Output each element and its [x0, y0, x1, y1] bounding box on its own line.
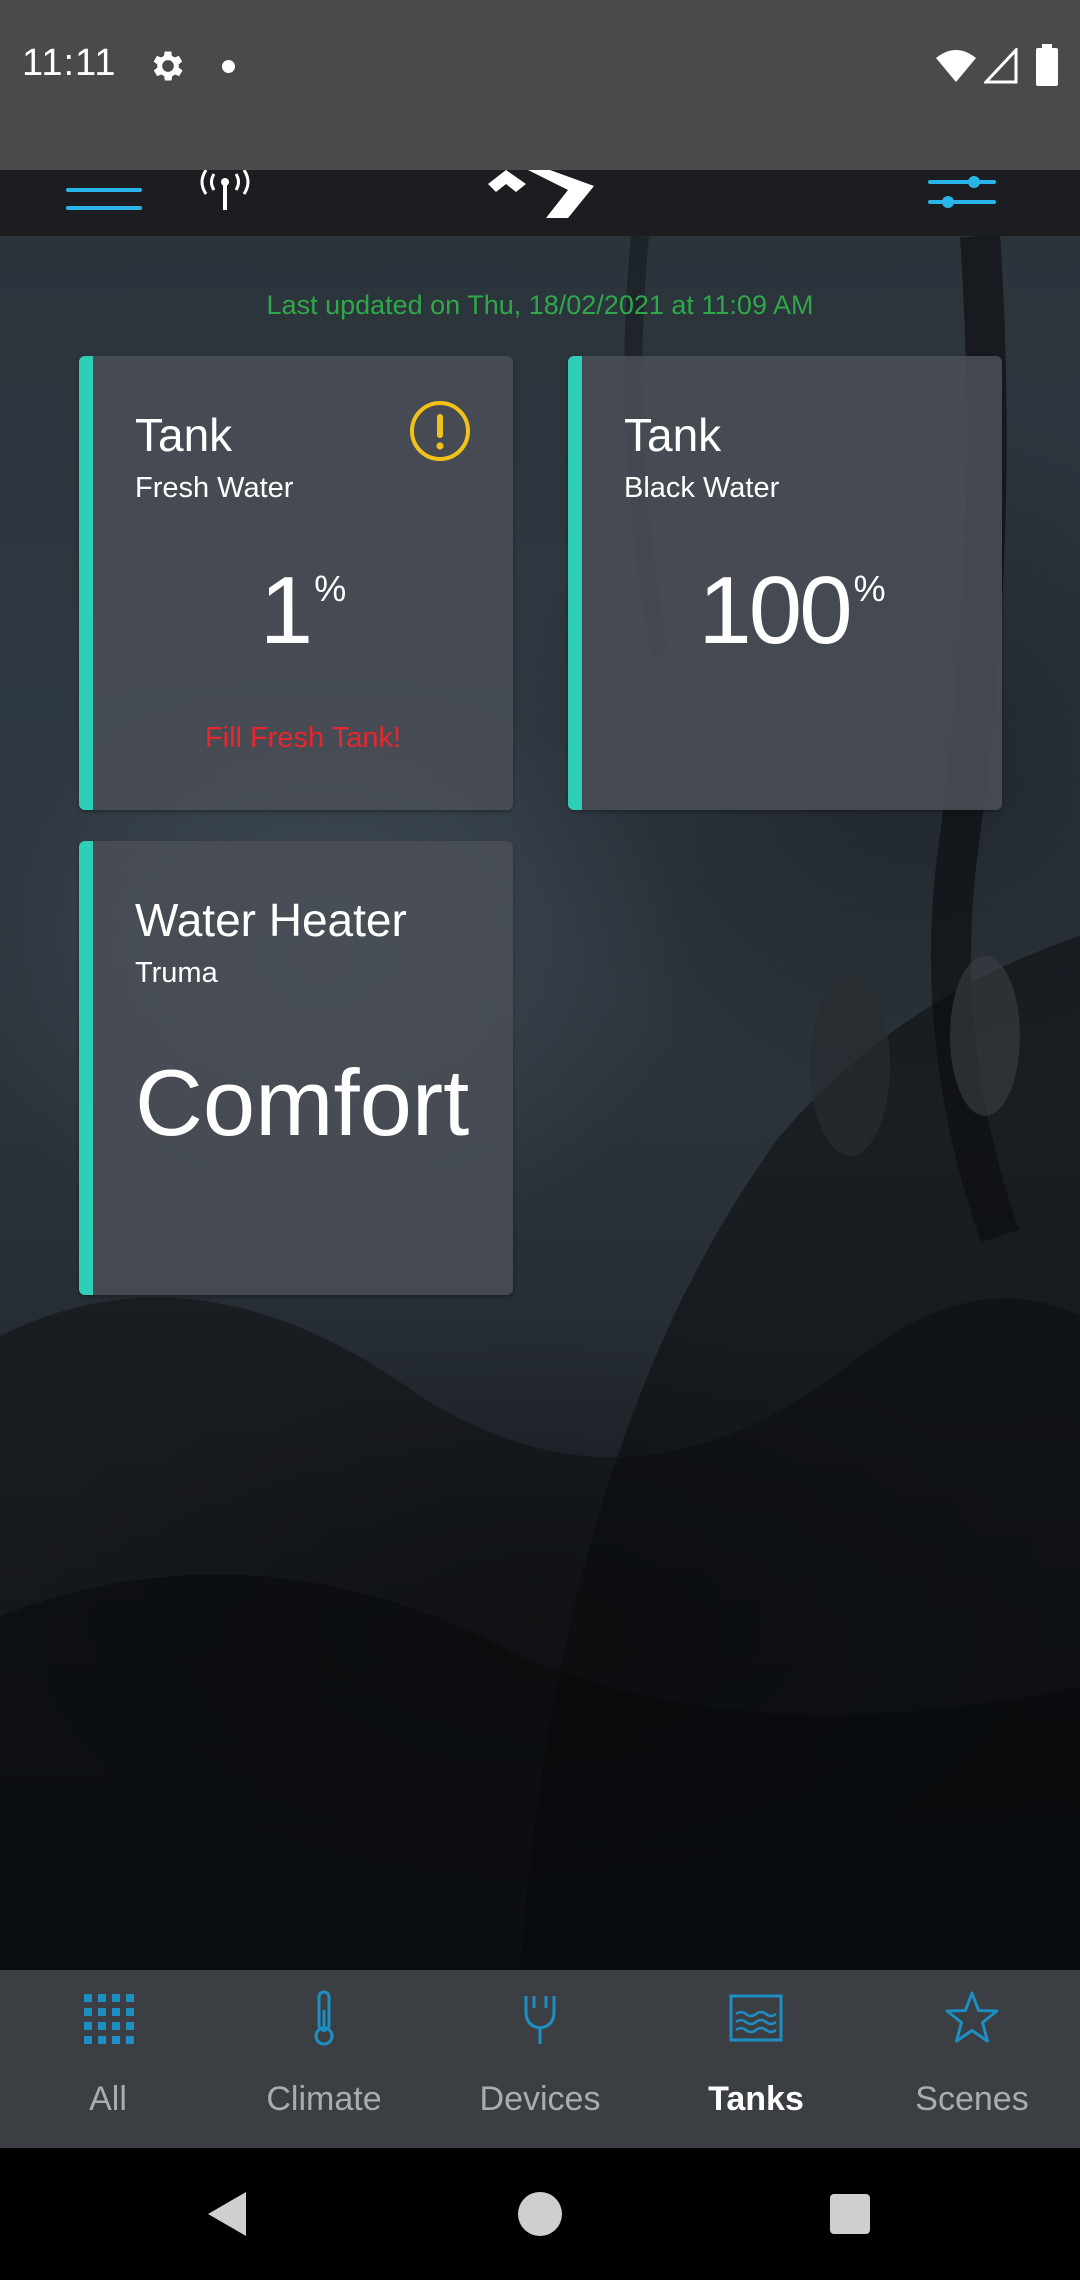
menu-icon[interactable]: [66, 180, 142, 220]
tank-icon: [729, 1994, 783, 2042]
nav-tab-scenes[interactable]: Scenes: [864, 1970, 1080, 2148]
tank-level-value: 1%: [93, 556, 513, 666]
grid-icon: [84, 1994, 134, 2044]
bottom-navigation: All Climate Devices Tanks Scenes: [0, 1970, 1080, 2148]
cell-signal-icon: [984, 48, 1018, 84]
antenna-icon[interactable]: [192, 170, 258, 212]
warning-icon: [410, 401, 470, 461]
fill-tank-alert: Fill Fresh Tank!: [204, 722, 402, 754]
battery-icon: [1036, 44, 1058, 86]
water-heater-card[interactable]: Water Heater Truma Comfort: [79, 841, 513, 1295]
card-title: Tank: [624, 409, 722, 461]
percent-unit: %: [853, 568, 886, 609]
card-title: Tank: [135, 409, 233, 461]
last-updated-text: Last updated on Thu, 18/02/2021 at 11:09…: [266, 290, 814, 320]
brand-logo-icon: [488, 170, 594, 218]
notification-dot-icon: [222, 60, 235, 73]
home-icon[interactable]: [518, 2192, 562, 2236]
nav-label: Devices: [479, 2080, 601, 2118]
nav-tab-tanks[interactable]: Tanks: [648, 1970, 864, 2148]
app-bar: [0, 170, 1080, 236]
card-subtitle: Black Water: [624, 472, 780, 504]
status-bar: 11:11: [0, 0, 1080, 170]
nav-label: Tanks: [708, 2080, 804, 2118]
star-icon: [945, 1991, 999, 2043]
card-subtitle: Fresh Water: [135, 472, 294, 504]
nav-label: Scenes: [915, 2080, 1029, 2118]
card-subtitle: Truma: [135, 957, 218, 989]
nav-tab-all[interactable]: All: [0, 1970, 216, 2148]
nav-label: Climate: [266, 2080, 382, 2118]
thermometer-icon: [314, 1990, 334, 2046]
black-water-tank-card[interactable]: Tank Black Water 100%: [568, 356, 1002, 810]
wifi-icon: [936, 50, 976, 82]
filter-sliders-icon[interactable]: [928, 174, 996, 214]
percent-unit: %: [314, 568, 347, 609]
tank-level-number: 100: [698, 557, 852, 664]
tank-level-number: 1: [259, 557, 313, 664]
heater-mode-value: Comfort: [135, 1050, 470, 1155]
tank-level-value: 100%: [582, 556, 1002, 666]
nav-tab-climate[interactable]: Climate: [216, 1970, 432, 2148]
system-navigation-bar: [0, 2148, 1080, 2280]
recent-apps-icon[interactable]: [830, 2194, 870, 2234]
nav-label: All: [89, 2080, 127, 2118]
status-time: 11:11: [22, 42, 117, 84]
nav-tab-devices[interactable]: Devices: [432, 1970, 648, 2148]
plug-icon: [524, 1996, 556, 2044]
settings-gear-icon: [153, 51, 183, 81]
card-title: Water Heater: [135, 894, 407, 946]
back-icon[interactable]: [204, 2190, 250, 2238]
fresh-water-tank-card[interactable]: Tank Fresh Water 1% Fill Fresh Tank!: [79, 356, 513, 810]
